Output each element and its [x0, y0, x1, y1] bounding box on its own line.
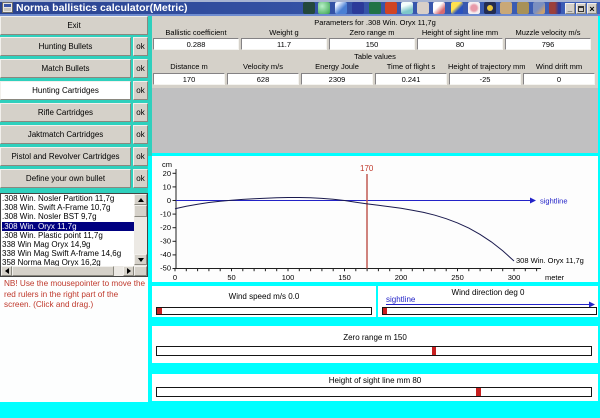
svg-text:200: 200: [395, 273, 408, 282]
svg-text:-10: -10: [160, 210, 171, 219]
svg-text:50: 50: [227, 273, 235, 282]
svg-text:-20: -20: [160, 223, 171, 232]
svg-text:308 Win. Oryx 11,7g: 308 Win. Oryx 11,7g: [516, 256, 584, 265]
svg-text:-50: -50: [160, 264, 171, 273]
svg-text:250: 250: [451, 273, 464, 282]
svg-text:-40: -40: [160, 250, 171, 259]
svg-text:100: 100: [282, 273, 295, 282]
svg-text:0: 0: [173, 273, 177, 282]
svg-text:150: 150: [338, 273, 351, 282]
svg-text:cm: cm: [162, 160, 172, 169]
svg-text:-30: -30: [160, 237, 171, 246]
svg-text:meter: meter: [545, 273, 565, 282]
svg-text:300: 300: [508, 273, 521, 282]
svg-text:10: 10: [163, 183, 171, 192]
svg-text:170: 170: [360, 164, 374, 173]
svg-text:20: 20: [163, 169, 171, 178]
svg-text:sightline: sightline: [540, 197, 568, 206]
svg-text:0: 0: [167, 196, 171, 205]
